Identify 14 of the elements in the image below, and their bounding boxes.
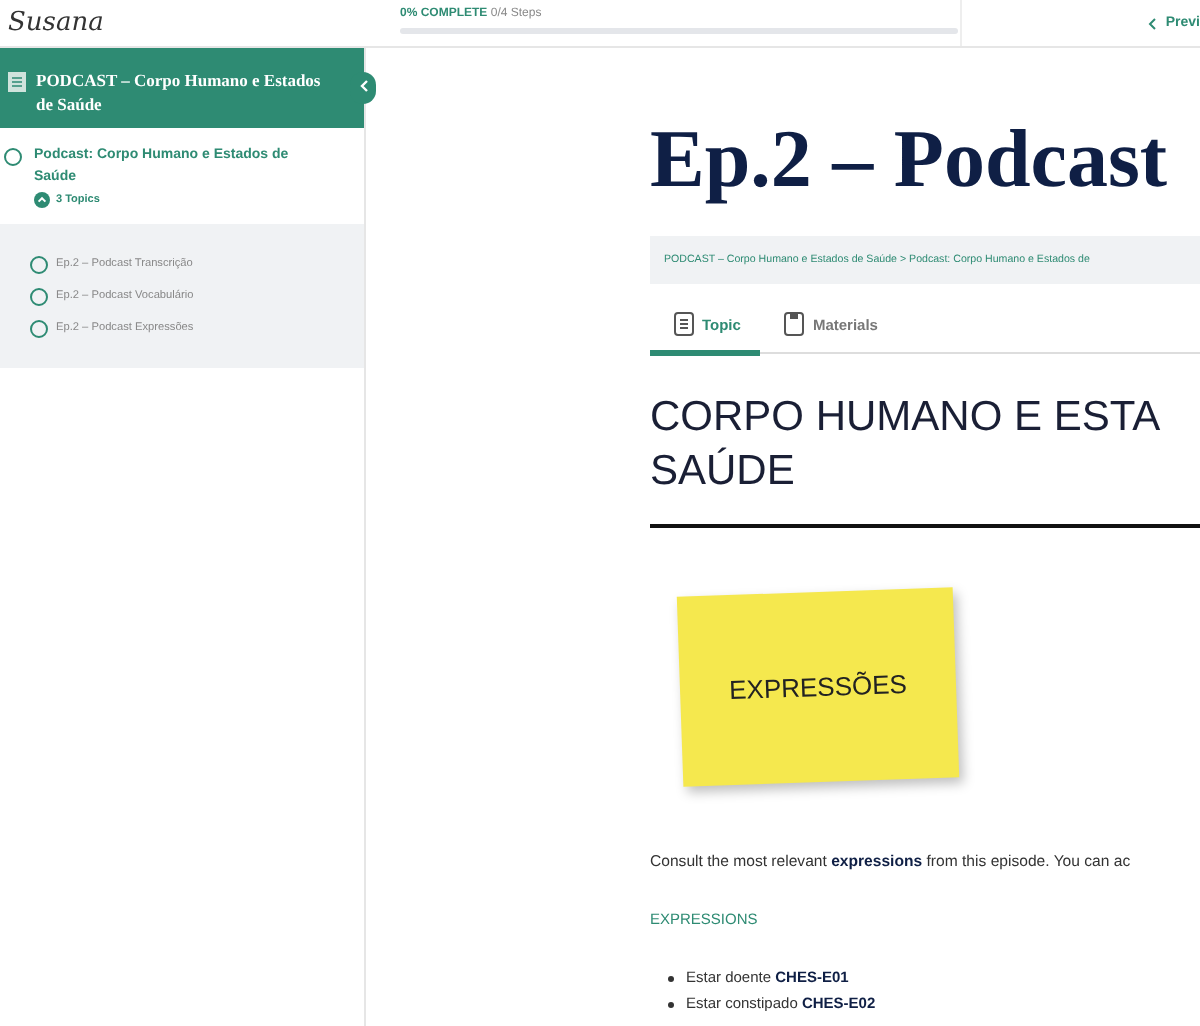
course-title[interactable]: PODCAST – Corpo Humano e Estados de Saúde: [36, 68, 336, 116]
chevron-left-icon: [359, 80, 367, 92]
sticky-note: EXPRESSÕES: [676, 587, 960, 787]
document-icon: [8, 72, 26, 92]
site-logo[interactable]: Susana: [8, 8, 104, 38]
bullet-icon: [668, 1001, 674, 1008]
chevron-left-icon: [1147, 17, 1156, 29]
chevron-up-icon: [34, 192, 50, 208]
page-title: Ep.2 – Podcast: [650, 110, 1170, 208]
bullet-icon: [668, 975, 674, 982]
clipboard-icon: [784, 312, 805, 336]
document-icon: [674, 312, 694, 336]
section-heading: SAÚDE: [650, 445, 797, 498]
section-heading: CORPO HUMANO E ESTA: [650, 392, 1163, 444]
